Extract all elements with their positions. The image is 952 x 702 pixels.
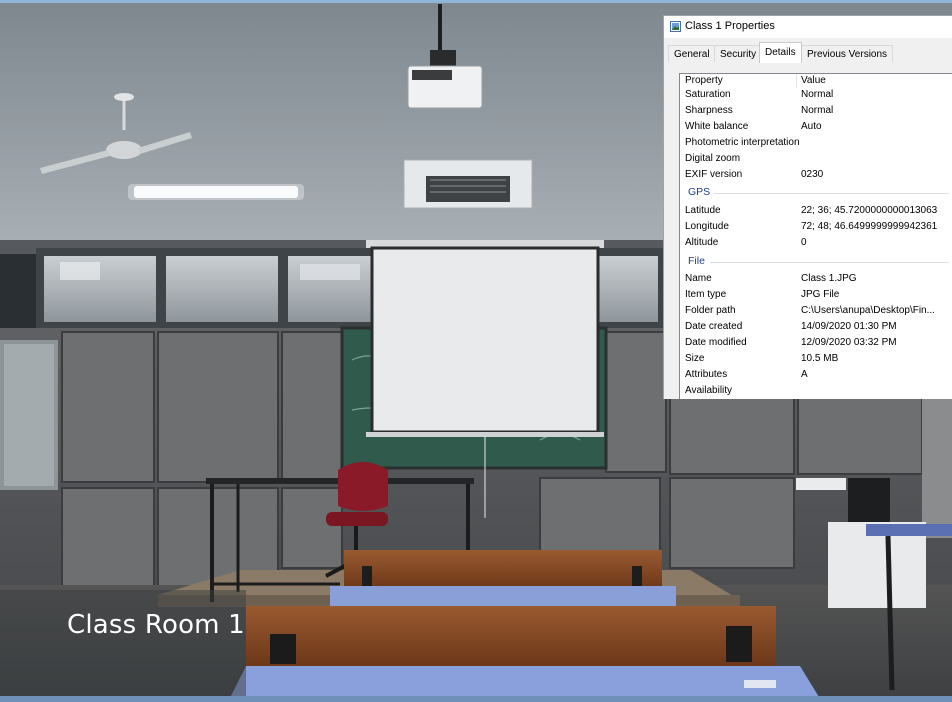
property-value: 0230: [801, 169, 824, 180]
list-item[interactable]: Folder path C:\Users\anupa\Desktop\Fin..…: [680, 303, 952, 319]
property-name: Name: [685, 273, 712, 284]
list-item[interactable]: Item type JPG File: [680, 287, 952, 303]
list-header: Property Value: [680, 74, 952, 88]
property-name: Attributes: [685, 369, 728, 380]
list-item[interactable]: Longitude 72; 48; 46.6499999999942361: [680, 219, 952, 235]
group-divider: [714, 193, 949, 194]
property-value: 10.5 MB: [801, 353, 839, 364]
property-name: Item type: [685, 289, 727, 300]
list-item[interactable]: White balance Auto: [680, 119, 952, 135]
property-value: Class 1.JPG: [801, 273, 857, 284]
list-item[interactable]: Name Class 1.JPG: [680, 271, 952, 287]
property-value: JPG File: [801, 289, 840, 300]
list-item[interactable]: Digital zoom: [680, 151, 952, 167]
tab-strip: General Security Details Previous Versio…: [664, 38, 952, 64]
list-item[interactable]: Photometric interpretation: [680, 135, 952, 151]
property-value: Normal: [801, 105, 834, 116]
property-value: 14/09/2020 01:30 PM: [801, 321, 897, 332]
group-header-file[interactable]: File: [680, 254, 952, 270]
list-item[interactable]: Date modified 12/09/2020 03:32 PM: [680, 335, 952, 351]
photo-caption: Class Room 1: [67, 610, 245, 640]
tab-security[interactable]: Security: [714, 45, 763, 62]
list-item[interactable]: Altitude 0: [680, 235, 952, 251]
property-name: Latitude: [685, 205, 721, 216]
property-name: Date modified: [685, 337, 747, 348]
group-header-gps[interactable]: GPS: [680, 185, 952, 201]
list-item[interactable]: Date created 14/09/2020 01:30 PM: [680, 319, 952, 335]
property-name: EXIF version: [685, 169, 743, 180]
property-value: 72; 48; 46.6499999999942361: [801, 221, 938, 232]
list-item[interactable]: Size 10.5 MB: [680, 351, 952, 367]
group-divider: [710, 262, 949, 263]
image-file-icon: [670, 21, 681, 32]
details-panel: Property Value Saturation Normal Sharpne…: [664, 63, 952, 399]
property-name: Digital zoom: [685, 153, 741, 164]
tab-details[interactable]: Details: [759, 42, 802, 63]
property-name: White balance: [685, 121, 749, 132]
list-item[interactable]: Availability: [680, 383, 952, 399]
property-name: Sharpness: [685, 105, 733, 116]
property-value: 22; 36; 45.7200000000013063: [801, 205, 938, 216]
property-name: Saturation: [685, 89, 731, 100]
property-name: Longitude: [685, 221, 729, 232]
column-header-value[interactable]: Value: [801, 75, 826, 86]
property-name: Date created: [685, 321, 743, 332]
tab-general[interactable]: General: [668, 45, 716, 62]
property-name: Availability: [685, 385, 733, 396]
list-item[interactable]: EXIF version 0230: [680, 167, 952, 183]
property-value: C:\Users\anupa\Desktop\Fin...: [801, 305, 935, 316]
property-name: Photometric interpretation: [685, 137, 800, 148]
property-value: 12/09/2020 03:32 PM: [801, 337, 897, 348]
list-item[interactable]: Sharpness Normal: [680, 103, 952, 119]
properties-window: Class 1 Properties General Security Deta…: [663, 15, 952, 399]
list-item[interactable]: Latitude 22; 36; 45.7200000000013063: [680, 203, 952, 219]
tab-previous-versions[interactable]: Previous Versions: [801, 45, 894, 62]
group-label: File: [688, 255, 705, 267]
property-value: 0: [801, 237, 807, 248]
property-name: Altitude: [685, 237, 719, 248]
property-name: Folder path: [685, 305, 736, 316]
property-name: Size: [685, 353, 705, 364]
property-value: Normal: [801, 89, 834, 100]
window-titlebar[interactable]: Class 1 Properties: [664, 16, 952, 38]
property-value: Auto: [801, 121, 822, 132]
column-divider[interactable]: [796, 74, 797, 88]
list-item[interactable]: Attributes A: [680, 367, 952, 383]
window-title: Class 1 Properties: [685, 20, 775, 32]
details-list[interactable]: Property Value Saturation Normal Sharpne…: [679, 73, 952, 399]
property-value: A: [801, 369, 808, 380]
list-item[interactable]: Saturation Normal: [680, 87, 952, 103]
group-label: GPS: [688, 186, 711, 198]
column-header-property[interactable]: Property: [685, 75, 723, 86]
